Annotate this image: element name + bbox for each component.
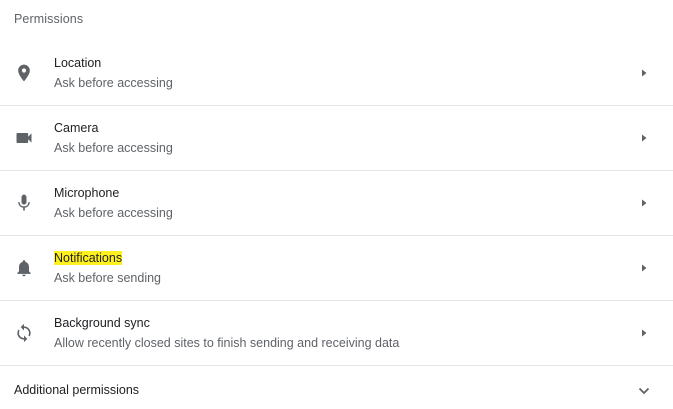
permission-name: Notifications [54,251,123,265]
section-title: Permissions [14,12,84,26]
arrow-right-icon [639,263,649,273]
bell-icon [14,258,34,278]
sync-icon [14,323,34,343]
permission-name: Background sync [54,316,150,330]
additional-permissions-toggle[interactable]: Additional permissions [0,366,673,409]
permission-description: Ask before sending [54,271,162,285]
permission-row-camera[interactable]: Camera Ask before accessing [0,106,673,171]
permissions-page: Permissions Location Ask before accessin… [0,0,673,409]
permission-description: Ask before accessing [54,76,173,90]
arrow-right-icon [639,68,649,78]
chevron-down-icon[interactable] [637,384,651,398]
permission-row-background-sync[interactable]: Background sync Allow recently closed si… [0,301,673,366]
permissions-list: Location Ask before accessing Camera Ask… [0,41,673,366]
microphone-icon [14,193,34,213]
permission-description: Ask before accessing [54,141,173,155]
permission-row-microphone[interactable]: Microphone Ask before accessing [0,171,673,236]
permission-row-location[interactable]: Location Ask before accessing [0,41,673,106]
arrow-right-icon [639,198,649,208]
permission-name: Microphone [54,186,120,200]
permission-description: Ask before accessing [54,206,173,220]
additional-permissions-label: Additional permissions [14,383,140,397]
camera-icon [14,128,34,148]
permission-row-notifications[interactable]: Notifications Ask before sending [0,236,673,301]
permission-name: Camera [54,121,99,135]
permission-name: Location [54,56,102,70]
arrow-right-icon [639,133,649,143]
arrow-right-icon [639,328,649,338]
permission-description: Allow recently closed sites to finish se… [54,336,400,350]
location-pin-icon [14,63,34,83]
